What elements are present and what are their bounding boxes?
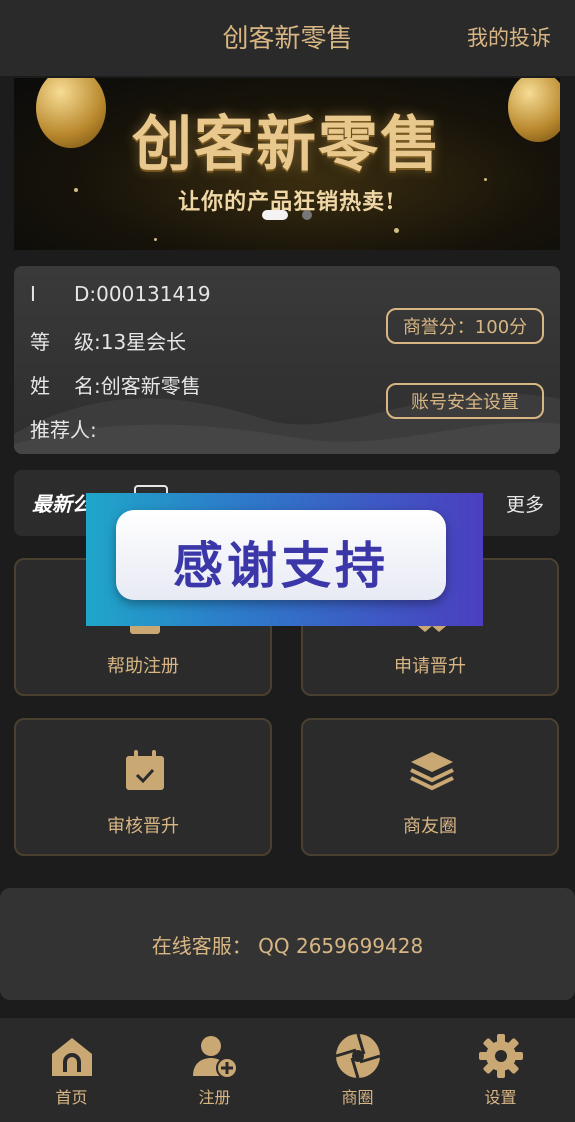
reputation-score-button[interactable]: 商誉分：100分 <box>386 308 544 344</box>
tab-home[interactable]: 首页 <box>0 1018 143 1122</box>
tab-label: 商圈 <box>341 1088 374 1107</box>
bottom-tab-bar: 首页 注册 商圈 设置 <box>0 1018 575 1122</box>
name-key: 姓 <box>30 374 50 398</box>
thanks-overlay: 感谢支持 <box>86 493 483 626</box>
tile-label: 商友圈 <box>403 816 457 837</box>
referrer-row: 推荐人: <box>30 414 97 443</box>
tab-register[interactable]: 注册 <box>143 1018 286 1122</box>
banner-headline: 创客新零售 <box>132 110 442 180</box>
thanks-plate: 感谢支持 <box>116 510 446 600</box>
tile-label: 帮助注册 <box>107 656 179 677</box>
level-key: 等 <box>30 330 50 354</box>
aperture-icon <box>335 1033 381 1079</box>
thanks-text: 感谢支持 <box>173 537 389 595</box>
tile-label: 申请晋升 <box>394 656 466 677</box>
id-key: I <box>30 282 36 306</box>
id-row: I D:000131419 <box>30 282 211 306</box>
customer-service-panel[interactable]: 在线客服： QQ 2659699428 <box>0 888 575 1000</box>
customer-service-text: 在线客服： QQ 2659699428 <box>151 934 424 958</box>
tab-label: 注册 <box>198 1088 231 1107</box>
layers-icon <box>410 752 454 791</box>
name-row: 姓名:创客新零售 <box>30 370 201 399</box>
promo-banner[interactable]: 创客新零售 让你的产品狂销热卖! <box>14 78 560 250</box>
sparkle-decoration <box>394 228 399 233</box>
my-complaints-link[interactable]: 我的投诉 <box>467 22 551 52</box>
tile-label: 审核晋升 <box>107 816 179 837</box>
calendar-check-icon <box>126 750 164 790</box>
pager-dot[interactable] <box>302 210 312 220</box>
level-value: 级:13星会长 <box>74 330 187 354</box>
referrer-key: 推荐人: <box>30 418 97 442</box>
gear-icon <box>479 1034 523 1078</box>
id-value: D:000131419 <box>74 282 211 306</box>
pager-dot-active[interactable] <box>262 210 288 220</box>
user-add-icon <box>193 1036 238 1079</box>
tab-settings[interactable]: 设置 <box>429 1018 572 1122</box>
tile-business-circle[interactable]: 商友圈 <box>301 718 559 856</box>
account-security-button[interactable]: 账号安全设置 <box>386 383 544 419</box>
tile-review-upgrade[interactable]: 审核晋升 <box>14 718 272 856</box>
profile-card: I D:000131419 等级:13星会长 姓名:创客新零售 推荐人: 商誉分：… <box>14 266 560 454</box>
tab-label: 设置 <box>484 1088 517 1107</box>
home-icon <box>52 1038 92 1076</box>
top-bar: 创客新零售 我的投诉 <box>0 0 575 76</box>
notice-more-link[interactable]: 更多 <box>506 490 544 517</box>
tab-label: 首页 <box>55 1088 88 1107</box>
tab-business-circle[interactable]: 商圈 <box>286 1018 429 1122</box>
level-row: 等级:13星会长 <box>30 326 186 355</box>
sparkle-decoration <box>154 238 157 241</box>
name-value: 名:创客新零售 <box>74 374 201 398</box>
